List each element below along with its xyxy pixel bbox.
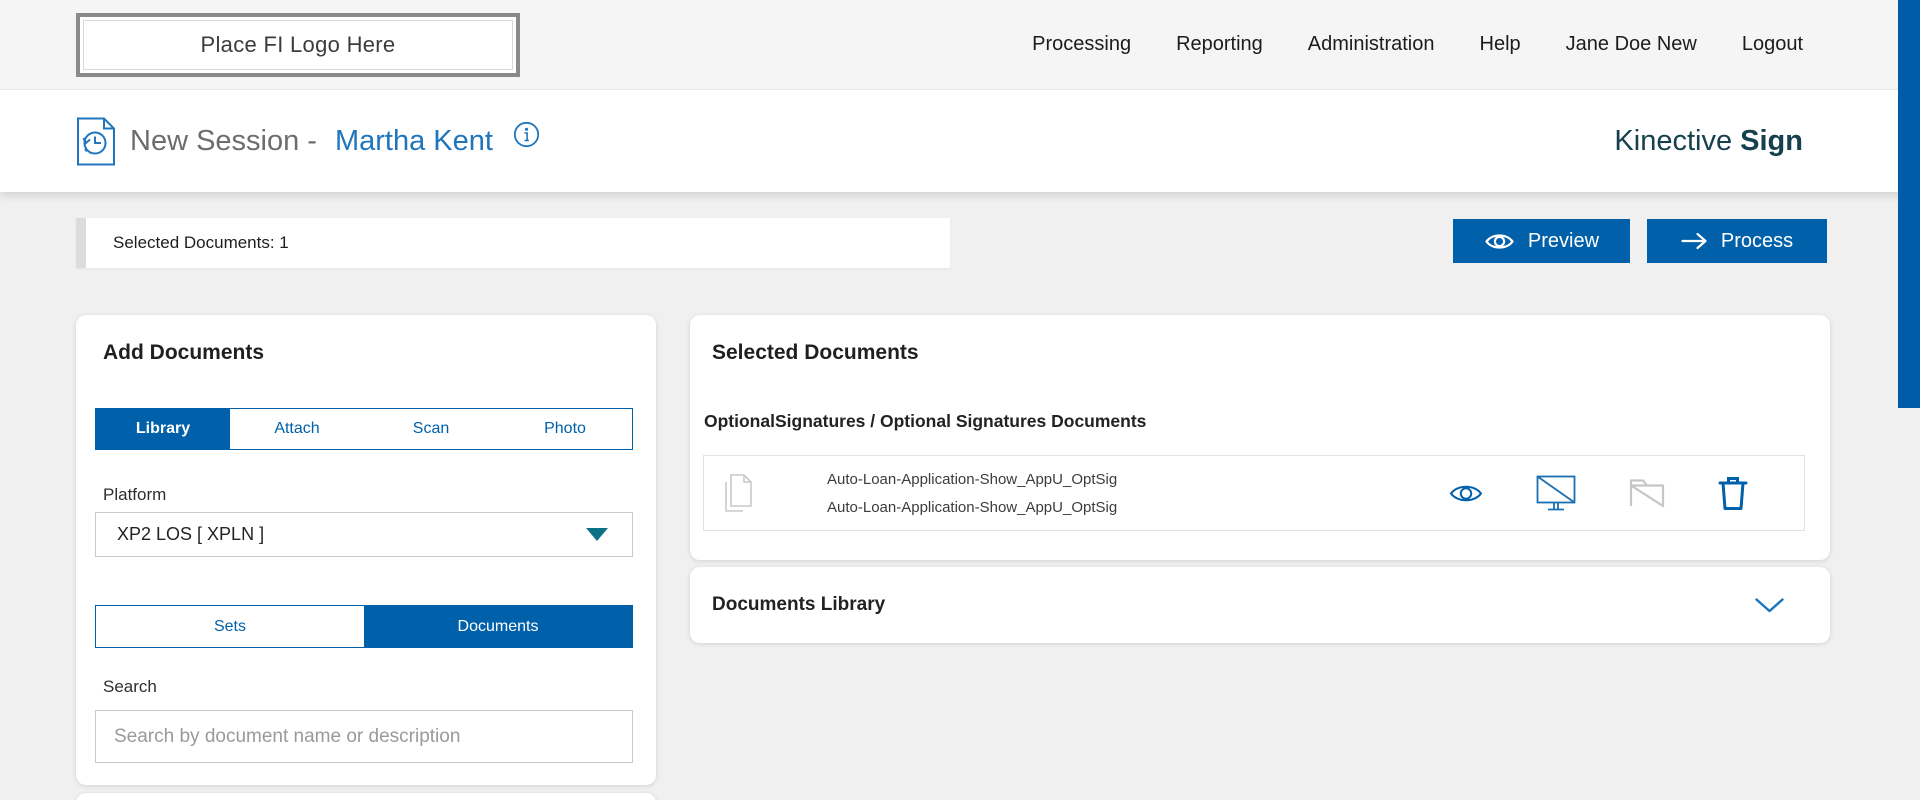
process-button[interactable]: Process — [1647, 219, 1827, 263]
nav-links: Processing Reporting Administration Help… — [1032, 33, 1803, 56]
next-panel-edge — [76, 793, 656, 800]
preview-button-label: Preview — [1528, 230, 1599, 253]
sets-documents-toggle: Sets Documents — [95, 605, 633, 648]
document-group-label: OptionalSignatures / Optional Signatures… — [704, 411, 1146, 432]
platform-label: Platform — [103, 485, 166, 505]
document-text-block: Auto-Loan-Application-Show_AppU_OptSig A… — [827, 471, 1117, 516]
session-prefix-label: New Session - — [130, 125, 317, 158]
nav-item-logout[interactable]: Logout — [1742, 33, 1803, 56]
document-actions — [1448, 475, 1748, 511]
tab-attach[interactable]: Attach — [230, 409, 364, 449]
document-name: Auto-Loan-Application-Show_AppU_OptSig — [827, 471, 1117, 488]
folder-icon — [1628, 477, 1666, 509]
preview-eye-icon — [1484, 231, 1515, 252]
brand-logo: Kinective Sign — [1614, 125, 1803, 158]
search-label: Search — [103, 677, 157, 697]
fi-logo-placeholder-label: Place FI Logo Here — [83, 20, 513, 70]
session-heading: New Session - Martha Kent — [76, 117, 540, 166]
selected-document-row: Auto-Loan-Application-Show_AppU_OptSig A… — [703, 455, 1805, 531]
display-off-monitor-icon[interactable] — [1536, 475, 1576, 511]
document-pages-icon — [721, 472, 757, 514]
view-document-eye-icon[interactable] — [1448, 482, 1484, 505]
brand-regular: Kinective — [1614, 125, 1732, 157]
dropdown-caret-icon — [586, 528, 608, 541]
selected-documents-panel: Selected Documents OptionalSignatures / … — [690, 315, 1830, 560]
add-documents-panel: Add Documents Library Attach Scan Photo … — [76, 315, 656, 785]
nav-item-reporting[interactable]: Reporting — [1176, 33, 1263, 56]
preview-button[interactable]: Preview — [1453, 219, 1630, 263]
page-header: New Session - Martha Kent Kinective Sign — [0, 90, 1920, 192]
chevron-down-icon[interactable] — [1754, 597, 1785, 614]
platform-select[interactable]: XP2 LOS [ XPLN ] — [95, 512, 633, 557]
nav-item-administration[interactable]: Administration — [1308, 33, 1435, 56]
tab-scan[interactable]: Scan — [364, 409, 498, 449]
brand-bold: Sign — [1740, 125, 1803, 157]
fi-logo-placeholder: Place FI Logo Here — [76, 13, 520, 77]
toggle-documents[interactable]: Documents — [364, 606, 632, 647]
selected-count-bar: Selected Documents: 1 — [76, 218, 950, 268]
session-customer-name[interactable]: Martha Kent — [335, 125, 493, 158]
top-nav: Place FI Logo Here Processing Reporting … — [0, 0, 1920, 90]
info-icon[interactable] — [513, 121, 540, 148]
add-documents-title: Add Documents — [103, 341, 264, 365]
tab-library[interactable]: Library — [96, 409, 230, 449]
right-edge-accent-bar — [1898, 0, 1920, 408]
nav-item-user[interactable]: Jane Doe New — [1566, 33, 1697, 56]
document-description: Auto-Loan-Application-Show_AppU_OptSig — [827, 499, 1117, 516]
documents-library-title: Documents Library — [712, 594, 885, 616]
new-session-icon — [76, 117, 116, 166]
search-input[interactable] — [95, 710, 633, 763]
add-documents-tabs: Library Attach Scan Photo — [95, 408, 633, 450]
selected-documents-title: Selected Documents — [712, 341, 919, 365]
nav-item-processing[interactable]: Processing — [1032, 33, 1131, 56]
nav-item-help[interactable]: Help — [1480, 33, 1521, 56]
process-button-label: Process — [1721, 230, 1793, 253]
arrow-right-icon — [1681, 232, 1708, 250]
documents-library-panel[interactable]: Documents Library — [690, 567, 1830, 643]
selected-count-label: Selected Documents: 1 — [113, 233, 289, 253]
trash-icon[interactable] — [1718, 476, 1748, 511]
toggle-sets[interactable]: Sets — [96, 606, 364, 647]
platform-select-value: XP2 LOS [ XPLN ] — [117, 524, 264, 545]
tab-photo[interactable]: Photo — [498, 409, 632, 449]
